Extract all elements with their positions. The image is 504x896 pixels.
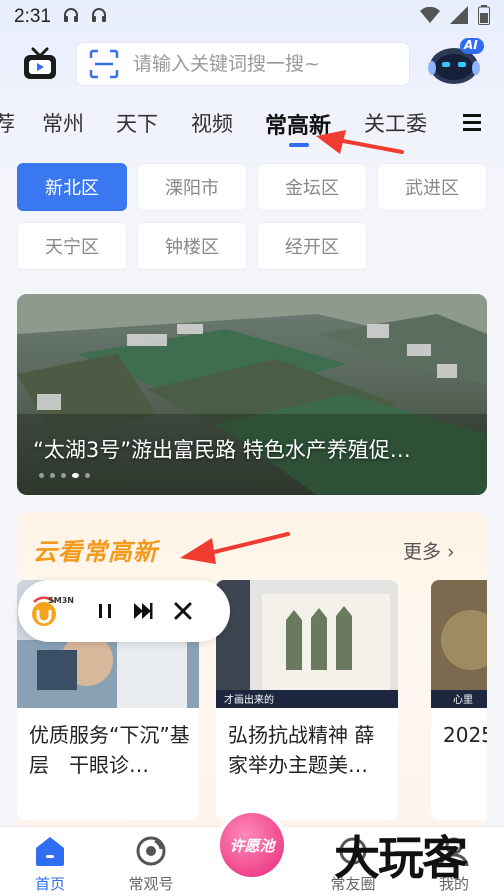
pause-icon[interactable] xyxy=(94,600,116,622)
status-bar: 2:31 xyxy=(0,0,504,34)
search-bar[interactable] xyxy=(76,42,410,86)
card-caption: 才画出来的 xyxy=(224,695,274,706)
banner-title: “太湖3号”游出富民路 特色水产养殖促… xyxy=(33,438,411,462)
chip-zhonglou[interactable]: 钟楼区 xyxy=(137,222,247,270)
carousel-dot-active xyxy=(72,473,79,478)
wifi-icon xyxy=(420,6,440,28)
nav-home-label: 首页 xyxy=(34,875,65,893)
carousel-dot xyxy=(85,473,90,478)
player-logo-text: SM3N xyxy=(48,596,74,605)
video-card[interactable]: 心里 2025季新 xyxy=(431,580,487,820)
channel-tabs: 荐 常州 天下 视频 常高新 关工委 xyxy=(0,100,504,150)
signal-icon xyxy=(450,5,468,29)
channel-icon xyxy=(133,835,169,867)
tv-icon[interactable] xyxy=(22,46,58,82)
chip-tianning[interactable]: 天宁区 xyxy=(17,222,127,270)
tab-world[interactable]: 天下 xyxy=(116,108,158,138)
more-link[interactable]: 更多 › xyxy=(403,537,455,564)
menu-icon[interactable] xyxy=(462,112,482,132)
card-title: 优质服务“下沉”基层 干眼诊… xyxy=(29,723,190,777)
status-time: 2:31 xyxy=(14,6,51,27)
headphones-icon xyxy=(63,8,79,26)
wish-pool-button[interactable]: 许愿池 xyxy=(220,813,284,877)
home-icon xyxy=(32,835,68,867)
tab-recommend[interactable]: 荐 xyxy=(0,108,15,138)
close-icon[interactable] xyxy=(172,600,194,622)
battery-icon xyxy=(478,4,490,30)
floating-player: SM3N xyxy=(18,580,230,642)
nav-channel[interactable]: 常观号 xyxy=(111,827,191,896)
chip-wujin[interactable]: 武进区 xyxy=(377,163,487,211)
banner-image xyxy=(17,294,487,495)
chip-jintan[interactable]: 金坛区 xyxy=(257,163,367,211)
card-title: 弘扬抗战精神 薛家举办主题美… xyxy=(228,723,375,777)
watermark-text: 大玩客 xyxy=(334,831,468,885)
player-logo-icon: SM3N xyxy=(30,594,74,628)
nav-channel-label: 常观号 xyxy=(128,875,174,893)
card-caption: 心里 xyxy=(453,695,473,706)
tab-video[interactable]: 视频 xyxy=(191,108,233,138)
nav-home[interactable]: 首页 xyxy=(10,827,90,896)
annotation-arrow-icon xyxy=(180,532,290,564)
annotation-arrow-icon xyxy=(316,130,404,154)
section-title: 云看常高新 xyxy=(33,538,158,566)
more-label: 更多 xyxy=(403,541,442,563)
card-title: 2025季新 xyxy=(443,723,487,747)
next-icon[interactable] xyxy=(132,600,154,622)
ai-badge: AI xyxy=(464,38,478,52)
news-banner[interactable]: “太湖3号”游出富民路 特色水产养殖促… xyxy=(17,294,487,495)
tab-changzhou[interactable]: 常州 xyxy=(42,108,84,138)
chip-jingkai[interactable]: 经开区 xyxy=(257,222,367,270)
card-thumbnail xyxy=(216,580,398,708)
search-input[interactable] xyxy=(133,53,393,75)
carousel-dot xyxy=(50,473,55,478)
chip-xinbei[interactable]: 新北区 xyxy=(17,163,127,211)
card-thumbnail xyxy=(431,580,487,708)
carousel-dots xyxy=(39,473,90,478)
chip-liyang[interactable]: 溧阳市 xyxy=(137,163,247,211)
video-card[interactable]: 才画出来的 弘扬抗战精神 薛家举办主题美… xyxy=(216,580,398,820)
scan-icon[interactable] xyxy=(89,49,119,79)
ai-assistant-icon[interactable]: AI xyxy=(424,34,488,88)
carousel-dot xyxy=(39,473,44,478)
header: AI xyxy=(0,38,504,94)
carousel-dot xyxy=(61,473,66,478)
active-tab-indicator xyxy=(289,143,309,147)
headphones-icon xyxy=(91,8,107,26)
